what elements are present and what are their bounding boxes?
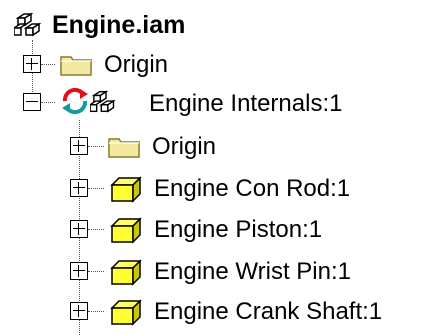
expand-button[interactable] <box>70 262 88 280</box>
folder-icon <box>60 56 92 76</box>
tree-connector <box>41 64 55 65</box>
expand-button[interactable] <box>70 302 88 320</box>
tree-connector <box>88 146 104 147</box>
collapse-button[interactable] <box>23 93 41 111</box>
tree-connector <box>88 271 104 272</box>
tree-item-label[interactable]: Origin <box>104 53 168 77</box>
subassembly-icon <box>90 90 116 113</box>
part-icon <box>110 259 142 286</box>
expand-button[interactable] <box>70 220 88 238</box>
expand-button[interactable] <box>70 179 88 197</box>
tree-item-label[interactable]: Engine Con Rod:1 <box>154 177 350 201</box>
folder-icon <box>108 138 140 158</box>
update-arrows-icon <box>62 87 88 115</box>
tree-item-label[interactable]: Engine Piston:1 <box>154 218 322 242</box>
part-icon <box>110 299 142 326</box>
tree-item-label[interactable]: Engine Internals:1 <box>149 92 342 116</box>
assembly-icon <box>14 12 42 37</box>
tree-connector <box>88 188 104 189</box>
browser-tree: Engine.iam Origin Engine Internals:1 Ori… <box>0 0 424 335</box>
root-label: Engine.iam <box>52 11 186 39</box>
expand-button[interactable] <box>70 137 88 155</box>
expand-button[interactable] <box>23 55 41 73</box>
tree-item-label[interactable]: Origin <box>152 135 216 159</box>
tree-item-label[interactable]: Engine Crank Shaft:1 <box>154 300 382 324</box>
tree-item-label[interactable]: Engine Wrist Pin:1 <box>154 260 351 284</box>
part-icon <box>110 217 142 244</box>
tree-connector <box>88 311 104 312</box>
tree-connector <box>41 102 55 103</box>
tree-connector <box>88 229 104 230</box>
part-icon <box>110 176 142 203</box>
